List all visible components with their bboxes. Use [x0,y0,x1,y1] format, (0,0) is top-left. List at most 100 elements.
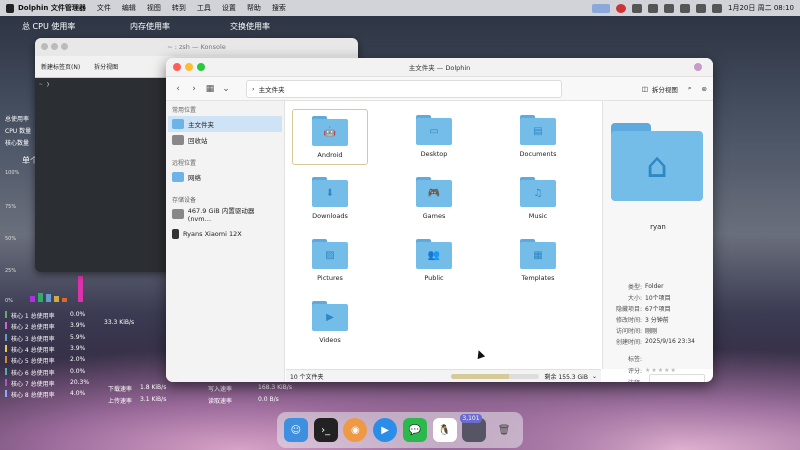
core-bar [38,293,43,302]
screen-icon[interactable] [592,3,611,13]
bluetooth-icon[interactable] [648,3,659,13]
info-key: 大小: [627,294,642,302]
split-view-button[interactable]: 拆分视图 [94,62,118,71]
menu-settings[interactable]: 设置 [222,3,236,13]
wechat-tray-icon[interactable] [632,3,643,13]
forward-icon[interactable]: › [188,83,200,95]
menu-file[interactable]: 文件 [97,3,111,13]
info-value[interactable]: ★★★★★ [645,367,677,374]
folder-item-documents[interactable]: ▤ Documents [500,109,576,165]
folder-item-android[interactable]: 🤖 Android [292,109,368,165]
breadcrumb-home[interactable]: 主文件夹 [259,84,285,94]
record-icon[interactable] [616,3,627,13]
core-color-swatch [5,311,7,318]
core-label: 核心 8 总使用率 [11,392,55,400]
comment-field[interactable] [649,374,705,382]
folder-label: Android [317,151,343,159]
folder-glyph-icon: ▦ [533,250,543,261]
finder-icon[interactable]: ☺ [283,418,308,442]
konsole-titlebar[interactable]: ~ : zsh — Konsole [35,38,358,56]
chevron-down-icon[interactable]: ⌄ [220,83,232,95]
badged-app-icon[interactable]: 3,101 [460,414,487,442]
sidebar-item-phone[interactable]: Ryans Xiaomi 12X [168,226,282,242]
dolphin-window[interactable]: 主文件夹 — Dolphin ‹ › ▦ ⌄ › 主文件夹 ◫ 拆分视图 ⌕ ⊜… [166,58,713,382]
axis-0: 0% [5,298,13,304]
dolphin-titlebar[interactable]: 主文件夹 — Dolphin [166,58,713,77]
volume-icon[interactable] [680,3,691,13]
view-mode-icon[interactable]: ▦ [204,83,216,95]
info-key: 隐藏项目: [615,305,642,313]
folder-item-templates[interactable]: ▦ Templates [500,233,576,289]
core-row: 核心 6 总使用率 0.0% [5,367,85,377]
split-view-icon[interactable]: ◫ [642,85,648,93]
folder-label: Pictures [317,274,343,282]
core-label: 核心 5 总使用率 [11,358,55,366]
sidebar-item-network[interactable]: 网络 [168,169,282,185]
core-bar [30,296,35,302]
folder-glyph-icon: ▨ [325,250,335,261]
sidebar-item-disk[interactable]: 467.9 GiB 内置驱动器 (nvm… [168,206,282,223]
info-file-name: ryan [650,223,666,231]
folder-item-public[interactable]: 👥 Public [396,233,472,289]
wifi-icon[interactable] [664,3,675,13]
folder-item-pictures[interactable]: ▨ Pictures [292,233,368,289]
chevron-down-icon[interactable]: ⌄ [592,373,597,380]
file-view[interactable]: 🤖 Android ▭ Desktop ▤ Documents ⬇ Downloads 🎮 Gam… [286,101,602,369]
menu-help[interactable]: 帮助 [247,3,261,13]
drive-icon [172,209,184,219]
info-row: 访问时间: 刚刚 [603,325,713,335]
terminal-icon[interactable]: ›_ [313,418,338,442]
menu-icon[interactable]: ⊜ [702,85,707,93]
control-center-icon[interactable] [712,3,723,13]
core-value: 4.0% [70,390,86,398]
folder-item-downloads[interactable]: ⬇ Downloads [292,171,368,227]
clock[interactable]: 1月20日 周二 08:10 [728,3,794,13]
search-icon[interactable]: ⌕ [688,84,692,93]
battery-icon[interactable] [696,3,707,13]
trash-icon[interactable]: 🗑 [492,418,516,442]
download-value: 1.8 KiB/s [140,384,167,391]
menu-search[interactable]: 搜索 [272,3,286,13]
qq-icon[interactable]: 🐧 [432,418,457,442]
window-menu-icon[interactable] [694,63,702,71]
folder-item-games[interactable]: 🎮 Games [396,171,472,227]
menu-tools[interactable]: 工具 [197,3,211,13]
split-view-button[interactable]: 拆分视图 [652,84,678,94]
new-tab-button[interactable]: 新建标签页(N) [41,62,80,71]
sidebar-item-home[interactable]: 主文件夹 [168,116,282,132]
core-bar [78,276,83,302]
folder-icon: 🎮 [416,177,452,207]
apple-icon[interactable] [6,3,14,13]
notification-badge: 3,101 [460,414,482,423]
video-player-icon[interactable]: ▶ [373,418,398,442]
folder-item-videos[interactable]: ▶ Videos [292,295,368,351]
core-color-swatch [5,322,7,330]
breadcrumb[interactable]: › 主文件夹 [246,79,562,98]
total-usage-label: 总使用率 [5,116,30,123]
folder-label: Downloads [312,212,348,220]
folder-glyph-icon: ⬇ [325,188,335,199]
folder-icon: ♫ [520,177,556,207]
app-name[interactable]: Dolphin 文件管理器 [18,3,86,13]
sidebar-item-label: 467.9 GiB 内置驱动器 (nvm… [187,207,255,223]
home-folder-icon [172,119,184,129]
sidebar-item-trash[interactable]: 回收站 [168,132,282,148]
folder-glyph-icon: ▶ [326,312,334,323]
core-row: 核心 4 总使用率 3.9% [5,344,85,354]
menu-edit[interactable]: 编辑 [122,3,136,13]
chrome-icon[interactable]: ◉ [343,418,368,442]
core-bar [54,296,59,302]
core-bar [46,294,51,302]
menu-view[interactable]: 视图 [147,3,161,13]
wechat-icon[interactable]: 💬 [402,418,427,442]
back-icon[interactable]: ‹ [172,83,184,95]
folder-icon: ▤ [520,115,556,145]
axis-25: 25% [5,268,17,274]
folder-item-music[interactable]: ♫ Music [500,171,576,227]
core-row: 核心 5 总使用率 2.0% [5,356,85,365]
info-value: 67个项目 [645,305,671,313]
menu-go[interactable]: 转到 [172,3,186,13]
core-color-swatch [5,378,7,386]
folder-item-desktop[interactable]: ▭ Desktop [396,109,472,165]
folder-icon: 🤖 [312,116,348,146]
